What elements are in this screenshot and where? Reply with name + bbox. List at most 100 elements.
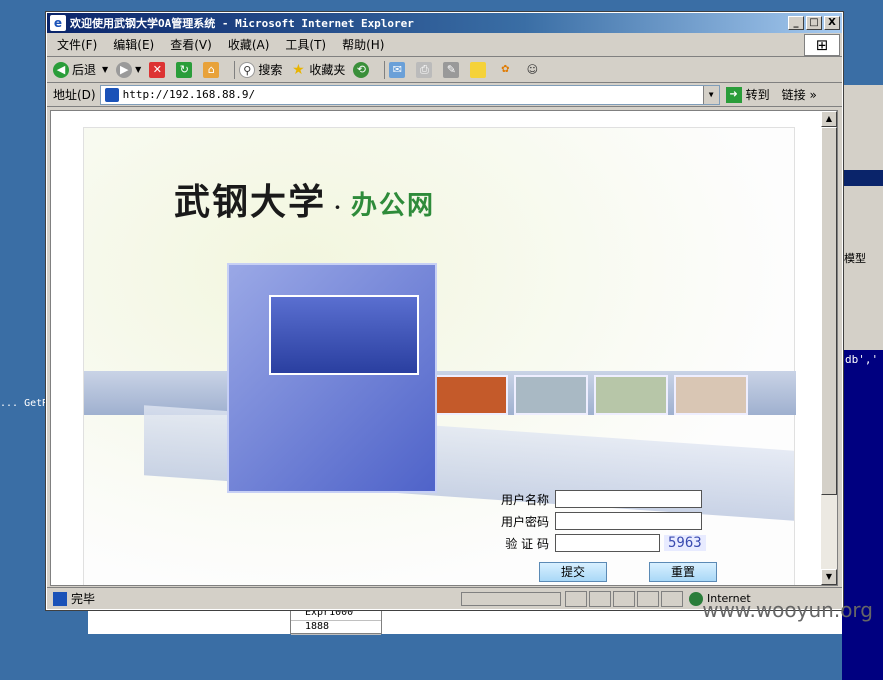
address-dropdown-icon[interactable]: ▼ <box>702 85 719 104</box>
go-label: 转到 <box>745 88 770 102</box>
stop-icon: ✕ <box>149 61 166 78</box>
star-icon: ★ <box>292 61 305 78</box>
username-label: 用户名称 <box>500 492 549 507</box>
captcha-label: 验 证 码 <box>505 536 549 551</box>
page-icon <box>104 87 119 102</box>
login-panel: 武钢大学 · 办公网 用户名称 用户密码 验 证 码 5963 提交 重置 <box>83 127 796 585</box>
toolbar-separator <box>384 60 386 79</box>
status-cell <box>613 590 635 607</box>
chevron-right-icon: » <box>809 88 817 102</box>
messenger-button[interactable]: ☺ <box>524 62 543 78</box>
address-label: 地址(D) <box>53 88 96 102</box>
scroll-thumb[interactable] <box>821 127 837 495</box>
status-cell <box>661 590 683 607</box>
minimize-button[interactable]: _ <box>788 16 804 30</box>
note-icon <box>470 61 487 78</box>
toolbar-separator <box>234 60 236 79</box>
back-arrow-icon: ◀ <box>53 61 69 78</box>
maximize-button[interactable]: □ <box>806 16 822 30</box>
status-cell <box>565 590 587 607</box>
monitor-screen <box>269 295 419 375</box>
watermark: www.wooyun.org <box>702 598 873 622</box>
captcha-input[interactable] <box>555 534 660 552</box>
brand-separator: · <box>334 195 343 219</box>
links-label: 链接 <box>781 88 806 102</box>
window-title: 欢迎使用武钢大学OA管理系统 - Microsoft Internet Expl… <box>70 17 414 30</box>
mail-icon: ✉ <box>389 61 406 78</box>
password-label: 用户密码 <box>500 514 549 529</box>
menu-bar: 文件(F) 编辑(E) 查看(V) 收藏(A) 工具(T) 帮助(H) ⊞ <box>47 33 842 57</box>
favorites-label: 收藏夹 <box>309 63 346 77</box>
vertical-scrollbar[interactable]: ▲ ▼ <box>821 111 837 585</box>
menu-file[interactable]: 文件(F) <box>57 36 97 53</box>
page-done-icon <box>53 591 67 606</box>
browser-window: e 欢迎使用武钢大学OA管理系统 - Microsoft Internet Ex… <box>45 11 844 611</box>
background-result-grid: Expr1000 1888 <box>290 606 382 635</box>
edit-button[interactable]: ✎ <box>443 61 462 78</box>
home-icon: ⌂ <box>203 61 220 78</box>
history-button[interactable]: ⟲ <box>353 61 372 78</box>
login-form: 用户名称 用户密码 验 证 码 5963 提交 重置 <box>484 488 784 582</box>
title-bar[interactable]: e 欢迎使用武钢大学OA管理系统 - Microsoft Internet Ex… <box>47 13 842 33</box>
status-cell <box>589 590 611 607</box>
address-input[interactable]: http://192.168.88.9/ ▼ <box>99 84 720 105</box>
search-label: 搜索 <box>258 63 283 77</box>
scroll-down-icon[interactable]: ▼ <box>821 569 837 585</box>
campus-photo <box>514 375 588 415</box>
menu-help[interactable]: 帮助(H) <box>342 36 384 53</box>
windows-flag-icon: ⊞ <box>804 34 840 56</box>
close-button[interactable]: X <box>824 16 840 30</box>
menu-view[interactable]: 查看(V) <box>170 36 212 53</box>
note-button[interactable] <box>470 61 489 78</box>
standard-toolbar: ◀ 后退 ▼ ▶ ▼ ✕ ↻ ⌂ ⚲ 搜索 ★ 收藏夹 ⟲ ✉ ⎙ ✎ ✿ ☺ <box>47 57 842 83</box>
qq-icon: ✿ <box>501 63 510 75</box>
progress-bar <box>461 591 561 606</box>
links-button[interactable]: 链接 » <box>782 86 817 103</box>
search-icon: ⚲ <box>239 61 256 78</box>
print-icon: ⎙ <box>416 61 433 78</box>
campus-photo <box>674 375 748 415</box>
captcha-code: 5963 <box>664 535 706 551</box>
reset-button[interactable]: 重置 <box>649 562 717 582</box>
campus-photo <box>434 375 508 415</box>
menu-tools[interactable]: 工具(T) <box>285 36 326 53</box>
scroll-up-icon[interactable]: ▲ <box>821 111 837 127</box>
refresh-button[interactable]: ↻ <box>176 61 195 78</box>
go-arrow-icon: ➜ <box>725 86 742 103</box>
menu-favorites[interactable]: 收藏(A) <box>228 36 270 53</box>
search-button[interactable]: ⚲ 搜索 <box>239 61 282 78</box>
qq-button[interactable]: ✿ <box>497 62 516 78</box>
ie-logo-icon: e <box>50 15 66 31</box>
brand-main: 武钢大学 <box>174 181 327 223</box>
favorites-button[interactable]: ★ 收藏夹 <box>290 61 345 78</box>
monitor-graphic <box>227 263 437 493</box>
forward-arrow-icon: ▶ <box>116 61 133 78</box>
background-title-strip <box>842 170 883 186</box>
background-model-label: 模型 <box>844 252 866 265</box>
forward-button[interactable]: ▶ ▼ <box>116 61 141 78</box>
refresh-icon: ↻ <box>176 61 193 78</box>
home-button[interactable]: ⌂ <box>203 61 222 78</box>
edit-icon: ✎ <box>443 61 460 78</box>
password-input[interactable] <box>555 512 702 530</box>
print-button[interactable]: ⎙ <box>416 61 435 78</box>
stop-button[interactable]: ✕ <box>149 61 168 78</box>
address-url[interactable]: http://192.168.88.9/ <box>123 88 255 101</box>
username-input[interactable] <box>555 490 702 508</box>
mail-button[interactable]: ✉ <box>389 61 408 78</box>
page-viewport: 武钢大学 · 办公网 用户名称 用户密码 验 证 码 5963 提交 重置 ▲ … <box>50 110 838 586</box>
go-button[interactable]: ➜ 转到 <box>725 86 770 103</box>
background-code-text: ... GetR <box>0 398 49 409</box>
forward-dropdown-icon[interactable]: ▼ <box>135 65 141 74</box>
site-brand: 武钢大学 · 办公网 <box>174 173 435 225</box>
grid-row: 1888 <box>291 621 381 635</box>
back-dropdown-icon[interactable]: ▼ <box>102 65 108 74</box>
back-label: 后退 <box>72 63 97 77</box>
form-buttons: 提交 重置 <box>484 562 784 582</box>
username-row: 用户名称 <box>484 488 784 510</box>
background-app-panel: 模型 db',' <box>842 85 883 680</box>
status-cell <box>637 590 659 607</box>
submit-button[interactable]: 提交 <box>539 562 607 582</box>
back-button[interactable]: ◀ 后退 ▼ <box>53 61 108 78</box>
menu-edit[interactable]: 编辑(E) <box>113 36 154 53</box>
